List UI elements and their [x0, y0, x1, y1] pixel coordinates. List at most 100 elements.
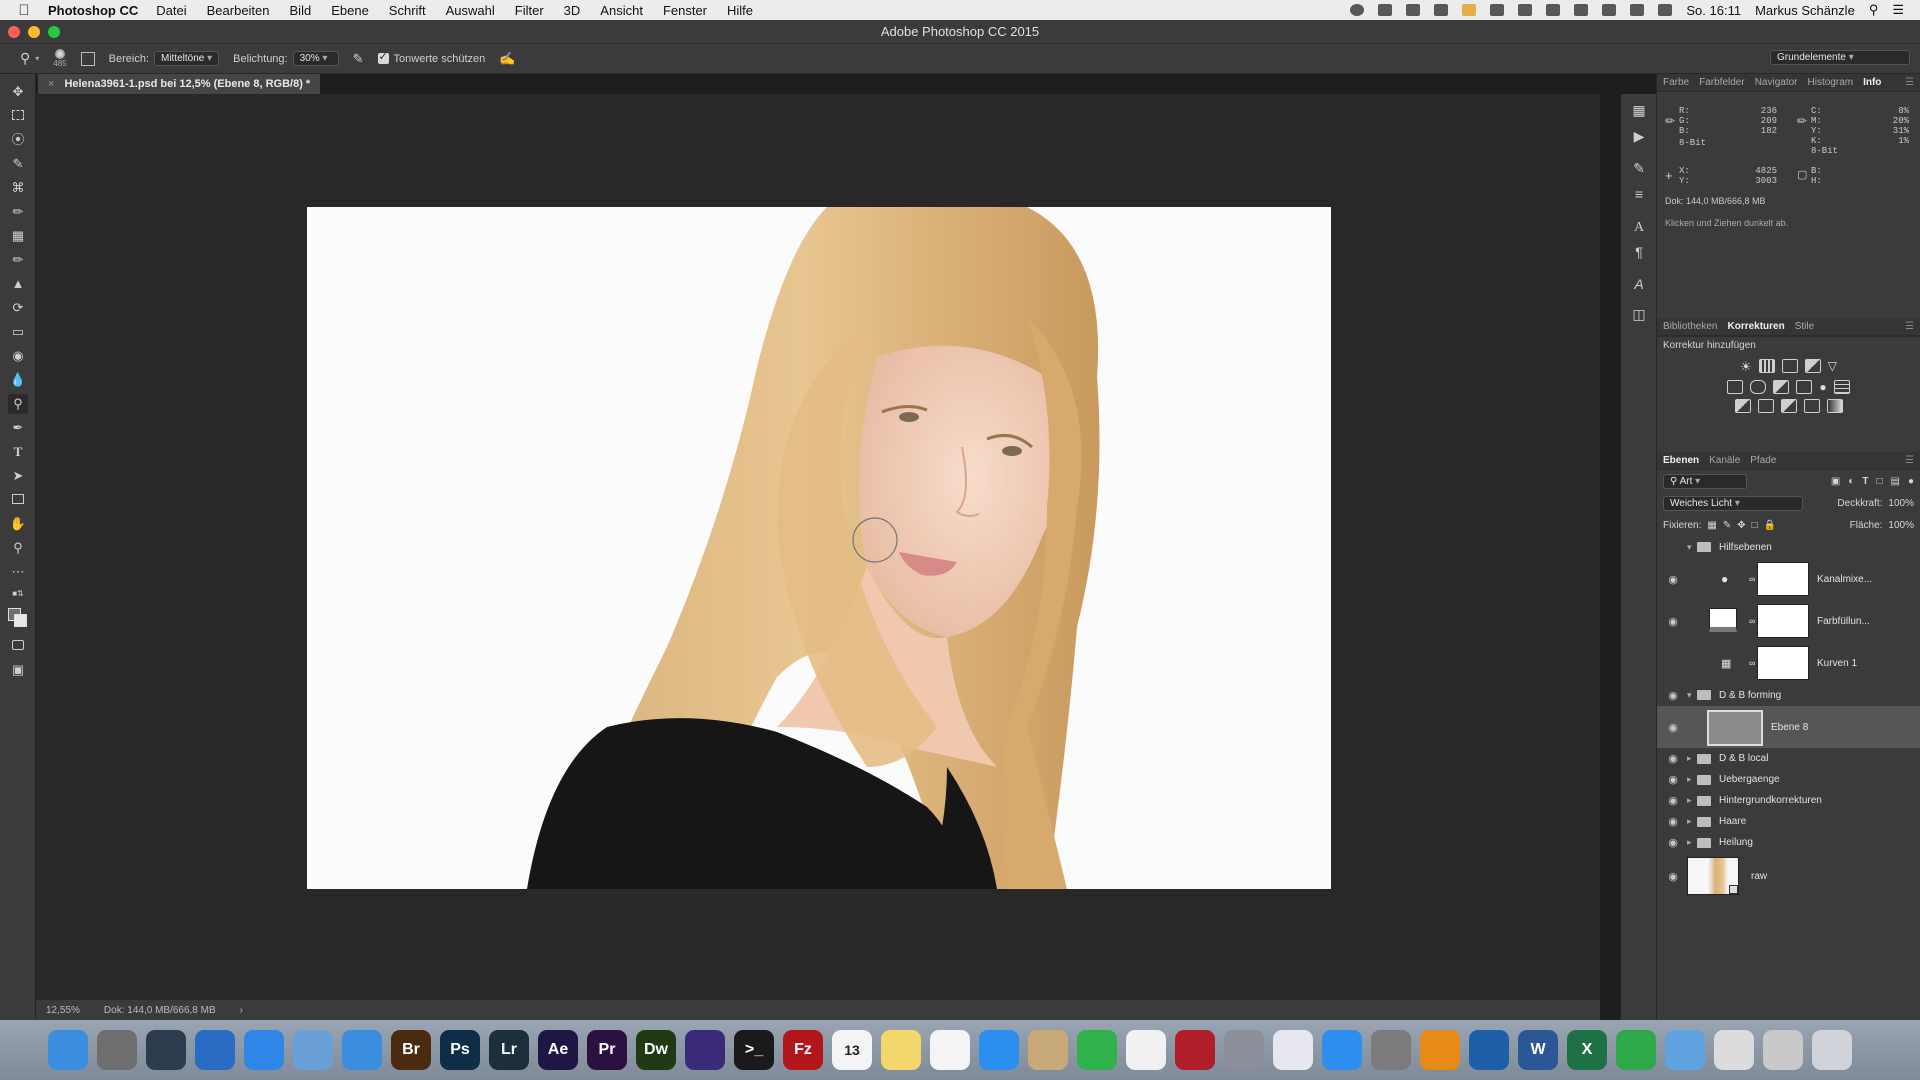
- time-machine-icon[interactable]: [1574, 4, 1589, 16]
- dock-xcode-icon[interactable]: [195, 1030, 235, 1070]
- tab-stile[interactable]: Stile: [1795, 321, 1814, 332]
- menu-datei[interactable]: Datei: [156, 3, 186, 18]
- vibrance-icon[interactable]: ▽: [1828, 359, 1837, 375]
- actions-panel-icon[interactable]: ▶: [1629, 128, 1649, 145]
- threshold-icon[interactable]: [1780, 399, 1797, 413]
- marquee-tool-icon[interactable]: [8, 106, 28, 126]
- dock-1password-icon[interactable]: [342, 1030, 382, 1070]
- panel-menu-icon[interactable]: ☰: [1905, 77, 1914, 88]
- history-brush-tool-icon[interactable]: ⟳: [8, 298, 28, 318]
- cmyk-eyedropper-icon[interactable]: ✏: [1797, 114, 1807, 128]
- expand-arrow-icon[interactable]: ▸: [1687, 774, 1692, 785]
- tab-korrekturen[interactable]: Korrekturen: [1727, 321, 1784, 332]
- tab-navigator[interactable]: Navigator: [1755, 77, 1798, 88]
- menubar-clock[interactable]: So. 16:11: [1686, 3, 1741, 18]
- lock-position-icon[interactable]: ✥: [1737, 520, 1745, 531]
- layer-group-row[interactable]: ◉ ▸ Haare: [1657, 811, 1920, 832]
- document-tab[interactable]: × Helena3961-1.psd bei 12,5% (Ebene 8, R…: [38, 74, 321, 94]
- dock-contacts-icon[interactable]: [1028, 1030, 1068, 1070]
- properties-panel-icon[interactable]: ◫: [1629, 306, 1649, 323]
- foreground-background-color-swatch[interactable]: [8, 608, 28, 628]
- menu-schrift[interactable]: Schrift: [389, 3, 426, 18]
- mask-link-icon[interactable]: ∞: [1749, 658, 1755, 668]
- filter-smart-object-icon[interactable]: ▤: [1891, 476, 1900, 487]
- dock-safari-icon[interactable]: [244, 1030, 284, 1070]
- clone-stamp-tool-icon[interactable]: ▲: [8, 274, 28, 294]
- menu-app-name[interactable]: Photoshop CC: [48, 3, 138, 18]
- tab-bibliotheken[interactable]: Bibliotheken: [1663, 321, 1717, 332]
- exposure-field[interactable]: 30%: [292, 51, 339, 66]
- dock-word-icon[interactable]: W: [1518, 1030, 1558, 1070]
- pressure-size-icon[interactable]: ✍: [499, 51, 515, 67]
- dock-finder-icon[interactable]: [48, 1030, 88, 1070]
- dodge-tool-icon[interactable]: ⚲: [8, 394, 28, 414]
- layer-row[interactable]: ◉ raw: [1657, 853, 1920, 899]
- dock-filezilla-icon[interactable]: Fz: [783, 1030, 823, 1070]
- filter-shape-icon[interactable]: □: [1876, 476, 1882, 487]
- rgb-eyedropper-icon[interactable]: ✏: [1665, 114, 1675, 128]
- airplay-icon[interactable]: [1546, 4, 1561, 16]
- lock-artboard-icon[interactable]: □: [1752, 520, 1758, 531]
- visibility-eye-icon[interactable]: ◉: [1666, 721, 1680, 734]
- layer-row[interactable]: ◉ ∞ Farbfüllun...: [1657, 600, 1920, 642]
- mask-link-icon[interactable]: ∞: [1749, 574, 1755, 584]
- visibility-eye-icon[interactable]: ◉: [1666, 689, 1680, 702]
- layer-mask-thumbnail[interactable]: [1757, 562, 1809, 596]
- layer-group-row[interactable]: ▾ Hilfsebenen: [1657, 536, 1920, 558]
- corrections-menu-icon[interactable]: ☰: [1905, 321, 1914, 332]
- layers-menu-icon[interactable]: ☰: [1905, 455, 1914, 466]
- glyphs-panel-icon[interactable]: A: [1629, 276, 1649, 292]
- dock-applications-folder-icon[interactable]: [1665, 1030, 1705, 1070]
- layer-group-row[interactable]: ◉ ▸ D & B local: [1657, 748, 1920, 769]
- tab-farbe[interactable]: Farbe: [1663, 77, 1689, 88]
- dodge-burn-tool-preset-icon[interactable]: ⚲: [20, 50, 30, 67]
- blur-tool-icon[interactable]: 💧: [8, 370, 28, 390]
- wifi-icon[interactable]: [1630, 4, 1645, 16]
- visibility-eye-icon[interactable]: ◉: [1666, 794, 1680, 807]
- adjustments-icon[interactable]: ≡: [1629, 186, 1649, 202]
- menu-bearbeiten[interactable]: Bearbeiten: [207, 3, 270, 18]
- close-document-icon[interactable]: ×: [48, 78, 54, 90]
- brush-tool-icon[interactable]: ✏: [8, 250, 28, 270]
- dock-terminal-icon[interactable]: >_: [734, 1030, 774, 1070]
- canvas-area[interactable]: [36, 94, 1600, 1000]
- dock-dreamweaver-icon[interactable]: Dw: [636, 1030, 676, 1070]
- filter-type-icon[interactable]: T: [1862, 476, 1868, 487]
- bluetooth-icon[interactable]: [1602, 4, 1617, 16]
- tab-farbfelder[interactable]: Farbfelder: [1699, 77, 1745, 88]
- filter-toggle-icon[interactable]: ●: [1908, 476, 1914, 487]
- paragraph-panel-icon[interactable]: ¶: [1629, 244, 1649, 260]
- dock-premiere-icon[interactable]: Pr: [587, 1030, 627, 1070]
- close-window-button[interactable]: [8, 25, 20, 38]
- expand-arrow-icon[interactable]: ▸: [1687, 816, 1692, 827]
- dock-excel-icon[interactable]: X: [1567, 1030, 1607, 1070]
- dock-messages-icon[interactable]: [979, 1030, 1019, 1070]
- more-tools-icon[interactable]: ⋯: [8, 562, 28, 582]
- airbrush-icon[interactable]: ✎: [353, 51, 364, 67]
- posterize-icon[interactable]: [1757, 399, 1774, 413]
- collapse-arrow-icon[interactable]: ▾: [1687, 542, 1692, 553]
- dock-after-effects-icon[interactable]: Ae: [538, 1030, 578, 1070]
- dock-app-store-icon[interactable]: [1322, 1030, 1362, 1070]
- dropbox-icon[interactable]: [1378, 4, 1393, 16]
- dock-evernote-icon[interactable]: [1616, 1030, 1656, 1070]
- dock-photo-booth-icon[interactable]: [1175, 1030, 1215, 1070]
- tab-ebenen[interactable]: Ebenen: [1663, 455, 1699, 466]
- dock-photos-icon[interactable]: [1126, 1030, 1166, 1070]
- selective-color-icon[interactable]: [1803, 399, 1820, 413]
- status-doc-size[interactable]: Dok: 144,0 MB/666,8 MB: [104, 1005, 216, 1016]
- photo-filter-icon[interactable]: [1796, 380, 1813, 394]
- brush-panel-toggle-icon[interactable]: [80, 51, 95, 66]
- tab-pfade[interactable]: Pfade: [1750, 455, 1776, 466]
- menu-filter[interactable]: Filter: [515, 3, 544, 18]
- screen-mode-icon[interactable]: ▣: [8, 660, 28, 680]
- brush-presets-icon[interactable]: ✎: [1629, 160, 1649, 177]
- healing-brush-tool-icon[interactable]: ▦: [8, 226, 28, 246]
- pen-tool-icon[interactable]: ✒: [8, 418, 28, 438]
- lasso-tool-icon[interactable]: ⦿: [8, 130, 28, 150]
- tab-info[interactable]: Info: [1863, 77, 1881, 88]
- layer-group-row[interactable]: ◉ ▸ Hintergrundkorrekturen: [1657, 790, 1920, 811]
- visibility-eye-icon[interactable]: ◉: [1666, 870, 1680, 883]
- gradient-map-icon[interactable]: [1826, 399, 1843, 413]
- workspace-select[interactable]: Grundelemente: [1770, 50, 1910, 65]
